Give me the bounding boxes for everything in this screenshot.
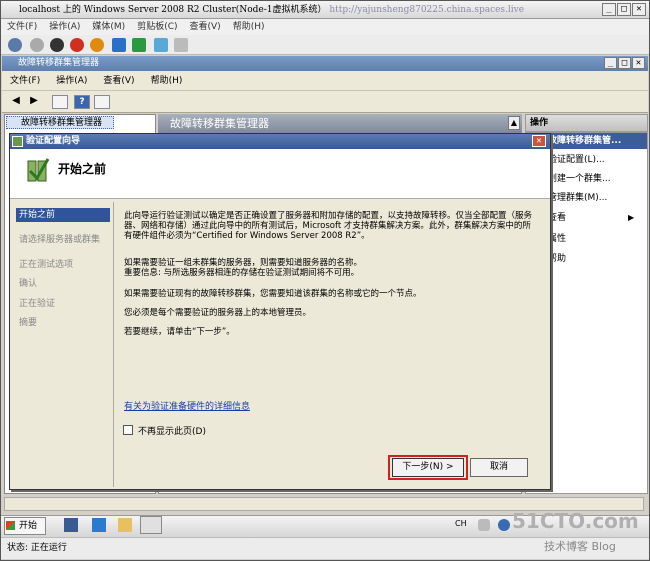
wizard-title-text: 验证配置向导 (26, 136, 81, 146)
vm-menu-help[interactable]: 帮助(H) (233, 22, 265, 32)
minimize-button[interactable]: _ (602, 3, 616, 16)
snapshot-icon[interactable] (154, 38, 168, 52)
continue-paragraph: 若要继续，请单击“下一步”。 (124, 327, 235, 337)
vm-title-bar: localhost 上的 Windows Server 2008 R2 Clus… (1, 1, 649, 19)
vm-menu-clipboard[interactable]: 剪贴板(C) (137, 22, 177, 32)
turn-off-icon[interactable] (30, 38, 44, 52)
show-hide-tree-icon[interactable] (52, 95, 68, 109)
explorer-icon[interactable] (118, 518, 132, 532)
wizard-nav-separator (113, 202, 114, 487)
menu-file[interactable]: 文件(F) (10, 76, 40, 86)
wizard-title-bar: 验证配置向导 (10, 134, 550, 149)
wizard-close-button[interactable]: ✕ (532, 135, 546, 147)
hardware-info-link[interactable]: 有关为验证准备硬件的详细信息 (124, 399, 250, 412)
vm-menu-bar: 文件(F) 操作(A) 媒体(M) 剪贴板(C) 查看(V) 帮助(H) (1, 19, 649, 35)
pause-icon[interactable] (112, 38, 126, 52)
actions-header: 操作 (525, 114, 648, 132)
close-button[interactable]: ✕ (632, 3, 646, 16)
nav-testing-options[interactable]: 正在测试选项 (16, 258, 110, 272)
menu-help[interactable]: 帮助(H) (151, 76, 183, 86)
shutdown-icon[interactable] (70, 38, 84, 52)
dont-show-label: 不再显示此页(D) (138, 427, 206, 437)
forward-arrow-icon[interactable]: ▶ (26, 95, 42, 109)
language-indicator[interactable]: CH (455, 519, 467, 528)
center-scroll-up-button[interactable]: ▲ (508, 116, 520, 130)
manager-title-text: 故障转移群集管理器 (18, 58, 100, 68)
keyboard-icon[interactable] (478, 519, 490, 531)
vm-menu-file[interactable]: 文件(F) (7, 22, 37, 32)
submenu-arrow-icon: ▶ (628, 213, 635, 222)
nav-select-servers[interactable]: 请选择服务器或群集 (16, 233, 110, 247)
existing-cluster-paragraph: 如果需要验证现有的故障转移群集，您需要知道该群集的名称或它的一个节点。 (124, 289, 422, 299)
back-arrow-icon[interactable]: ◀ (8, 95, 24, 109)
center-header-title: 故障转移群集管理器 (170, 117, 269, 130)
nav-before-you-begin[interactable]: 开始之前 (16, 208, 110, 222)
help-tray-icon[interactable] (498, 519, 510, 531)
storage-warning-paragraph: 重要信息: 与所选服务器相连的存储在验证测试期间将不可用。 (124, 268, 360, 278)
stop-icon[interactable] (50, 38, 64, 52)
vm-menu-media[interactable]: 媒体(M) (92, 22, 125, 32)
maximize-button[interactable]: □ (617, 3, 631, 16)
tree-root-item[interactable]: 故障转移群集管理器 (6, 116, 114, 129)
center-header: 故障转移群集管理器 (158, 114, 522, 134)
servers-name-paragraph: 如果需要验证一组未群集的服务器，则需要知道服务器的名称。 (124, 258, 363, 268)
reset-icon[interactable] (132, 38, 146, 52)
menu-view[interactable]: 查看(V) (103, 76, 134, 86)
watermark-site: 51CTO.com (512, 509, 639, 533)
action-pane-icon[interactable] (94, 95, 110, 109)
save-state-icon[interactable] (90, 38, 104, 52)
admin-paragraph: 您必须是每个需要验证的服务器上的本地管理员。 (124, 308, 312, 318)
intro-paragraph: 此向导运行验证测试以确定是否正确设置了服务器和附加存储的配置，以支持故障转移。仅… (124, 211, 533, 241)
dont-show-checkbox[interactable] (123, 425, 133, 435)
manager-close-button[interactable]: ✕ (632, 57, 645, 69)
action-create-cluster[interactable]: 创建一个群集... (548, 171, 611, 187)
wizard-window-icon (12, 136, 23, 147)
start-label: 开始 (19, 521, 38, 531)
vm-title-text: localhost 上的 Windows Server 2008 R2 Clus… (19, 5, 327, 15)
nav-validating[interactable]: 正在验证 (16, 297, 110, 311)
manager-maximize-button[interactable]: □ (618, 57, 631, 69)
server-manager-icon[interactable] (64, 518, 78, 532)
actions-header-label: 操作 (530, 118, 549, 128)
manager-title-bar: 故障转移群集管理器 (2, 56, 648, 71)
cluster-manager-task-button[interactable] (140, 516, 162, 534)
status-text: 状态: 正在运行 (7, 543, 67, 553)
powershell-icon[interactable] (92, 518, 106, 532)
nav-summary[interactable]: 摘要 (16, 316, 110, 330)
watermark-url: http://yajunsheng870225.china.spaces.liv… (329, 5, 525, 15)
action-validate[interactable]: 验证配置(L)... (548, 152, 605, 168)
cancel-button[interactable]: 取消 (470, 458, 528, 477)
menu-action[interactable]: 操作(A) (56, 76, 87, 86)
tree-root-label: 故障转移群集管理器 (21, 118, 103, 128)
revert-icon[interactable] (174, 38, 188, 52)
ctrl-alt-del-icon[interactable] (8, 38, 22, 52)
action-manage-cluster[interactable]: 管理群集(M)... (548, 190, 607, 206)
nav-confirmation[interactable]: 确认 (16, 277, 110, 291)
vm-menu-view[interactable]: 查看(V) (190, 22, 221, 32)
help-icon[interactable]: ? (74, 95, 90, 109)
actions-selected-label: 故障转移群集管... (548, 136, 622, 146)
next-button[interactable]: 下一步(N) > (392, 458, 464, 477)
watermark-blog: 技术博客 Blog (544, 540, 616, 553)
manager-menu-bar: 文件(F) 操作(A) 查看(V) 帮助(H) (2, 71, 648, 91)
vm-menu-action[interactable]: 操作(A) (49, 22, 80, 32)
windows-logo-icon (6, 521, 15, 530)
wizard-validate-icon (26, 157, 50, 185)
wizard-page-heading: 开始之前 (58, 162, 107, 176)
manager-minimize-button[interactable]: _ (604, 57, 617, 69)
